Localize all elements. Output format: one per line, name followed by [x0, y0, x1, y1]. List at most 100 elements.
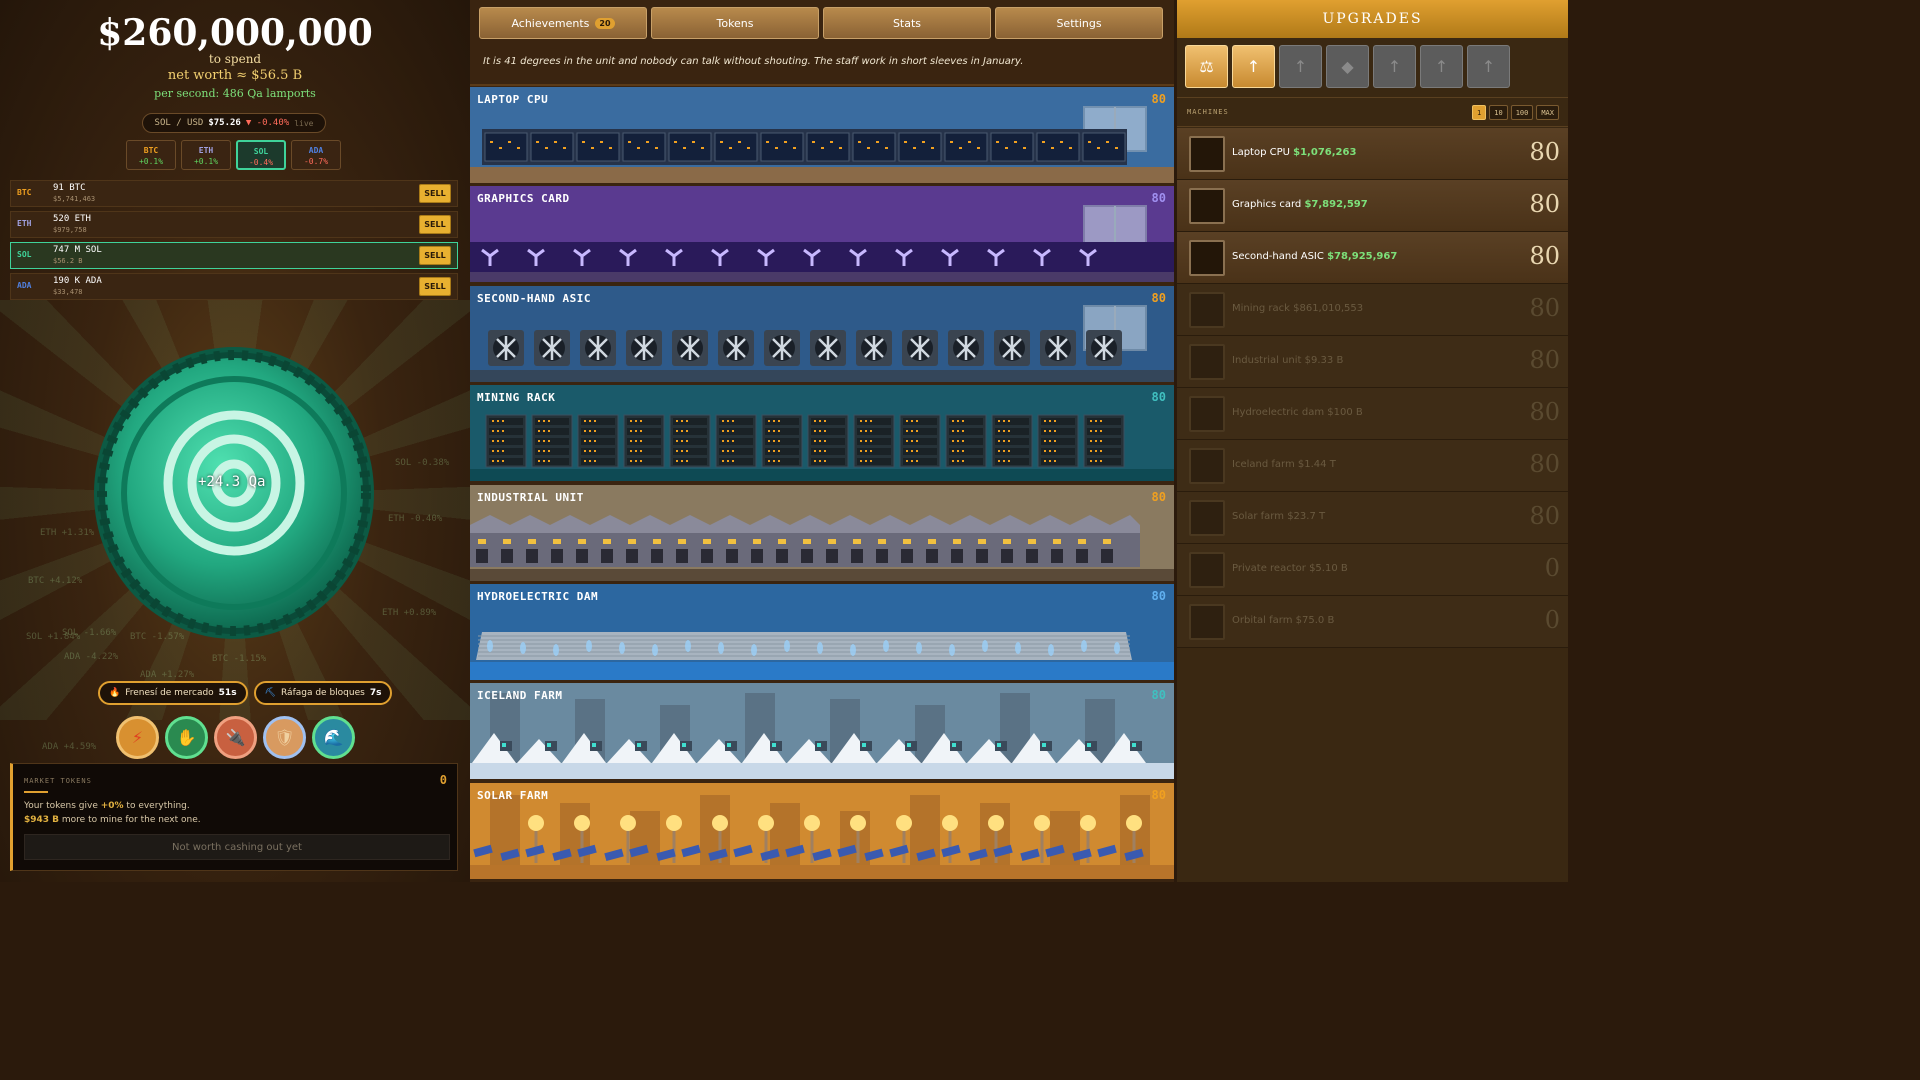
floating-text: ETH +1.31%	[40, 528, 95, 538]
tab-settings[interactable]: Settings	[995, 7, 1163, 39]
coin-symbol: SOL	[253, 147, 269, 156]
mine-coin[interactable]: +24.3 Qa	[93, 346, 375, 640]
arrow-up-icon[interactable]: ↑	[1420, 45, 1463, 88]
floating-text: BTC +4.12%	[28, 576, 83, 586]
power-buttons: ⚡ ✋ 🔌 🛡 🌊	[116, 716, 355, 759]
text-part: to everything.	[123, 801, 190, 811]
upgrades-panel: UPGRADES ⚖ ↑ ↑ ◆ ↑ ↑ ↑ MACHINES 1 10 100…	[1177, 0, 1568, 882]
hand-icon[interactable]: ✋	[165, 716, 208, 759]
machine-row-name: LAPTOP CPU	[477, 93, 549, 106]
machine-count: 80	[1529, 242, 1560, 270]
coin-change: +0.1%	[193, 157, 219, 166]
coin-symbol: ADA	[308, 146, 324, 155]
gpu-icon	[1189, 188, 1225, 224]
machine-row-level: 80	[1151, 92, 1166, 106]
upgrade-icons: ⚖ ↑ ↑ ◆ ↑ ↑ ↑	[1185, 45, 1510, 88]
price-ticker: SOL / USD $75.26 ▼ -0.40% live	[142, 113, 326, 133]
machine-label: Graphics card	[1232, 199, 1302, 210]
buy-machine-asic[interactable]: Second-hand ASIC $78,925,967 80	[1177, 232, 1568, 284]
ticker-pair: SOL / USD	[154, 118, 204, 128]
arrow-up-icon[interactable]: ↑	[1279, 45, 1322, 88]
ticker-price: $75.26	[208, 118, 241, 128]
plug-icon[interactable]: 🔌	[214, 716, 257, 759]
shield-icon[interactable]: 🛡	[263, 716, 306, 759]
tab-label: Tokens	[716, 16, 754, 30]
lightning-icon[interactable]: ⚡	[116, 716, 159, 759]
buy-machine-graphics-card[interactable]: Graphics card $7,892,597 80	[1177, 180, 1568, 232]
cash-out-button[interactable]: Not worth cashing out yet	[24, 834, 450, 860]
sell-button[interactable]: SELL	[419, 246, 451, 265]
boost-market-frenzy: 🔥 Frenesí de mercado 51s	[98, 681, 248, 705]
qty-10-button[interactable]: 10	[1489, 105, 1508, 120]
holdings-list: BTC 91 BTC $5,741,463 SELL ETH 520 ETH $…	[10, 180, 458, 304]
rack-icon	[1189, 292, 1225, 328]
holding-amount: 190 K ADA	[53, 276, 102, 286]
reactor-icon	[1189, 552, 1225, 588]
machine-label: Second-hand ASIC	[1232, 251, 1324, 262]
buy-machine-solar-farm[interactable]: Solar farm $23.7 T 80	[1177, 492, 1568, 544]
qty-1-button[interactable]: 1	[1472, 105, 1487, 120]
arrow-up-icon[interactable]: ↑	[1467, 45, 1510, 88]
sell-button[interactable]: SELL	[419, 184, 451, 203]
sell-button[interactable]: SELL	[419, 215, 451, 234]
machine-row-dam: HYDROELECTRIC DAM 80	[470, 584, 1174, 680]
text-part: Your tokens give	[24, 801, 101, 811]
machine-name: Orbital farm $75.0 B	[1232, 615, 1334, 626]
pickaxe-icon: ⛏	[264, 688, 276, 698]
quantity-selector: 1 10 100 MAX	[1472, 105, 1559, 120]
machine-row-rack: MINING RACK 80	[470, 385, 1174, 482]
coin-symbol: BTC	[143, 146, 159, 155]
boost-timer: 51s	[218, 688, 237, 698]
buy-machine-hydroelectric-dam[interactable]: Hydroelectric dam $100 B 80	[1177, 388, 1568, 440]
satellite-icon	[1189, 604, 1225, 640]
qty-100-button[interactable]: 100	[1510, 105, 1534, 120]
tab-bar: Achievements 20 Tokens Stats Settings	[479, 7, 1163, 39]
tab-tokens[interactable]: Tokens	[651, 7, 819, 39]
machine-row-name: SOLAR FARM	[477, 788, 549, 802]
holding-value: $5,741,463	[53, 195, 96, 203]
qty-max-button[interactable]: MAX	[1536, 105, 1559, 120]
tab-stats[interactable]: Stats	[823, 7, 991, 39]
ticker-change: ▼ -0.40%	[245, 118, 290, 128]
chip-icon[interactable]: ◆	[1326, 45, 1369, 88]
holding-amount: 747 M SOL	[53, 245, 102, 255]
sun-icon	[1189, 500, 1225, 536]
machine-name: Hydroelectric dam $100 B	[1232, 407, 1363, 418]
buy-machine-iceland-farm[interactable]: Iceland farm $1.44 T 80	[1177, 440, 1568, 492]
coin-btc-button[interactable]: BTC +0.1%	[126, 140, 176, 170]
machine-price: $78,925,967	[1327, 251, 1398, 262]
holding-row-sol: SOL 747 M SOL $56.2 B SELL	[10, 242, 458, 269]
floating-text: SOL -0.38%	[395, 458, 450, 468]
buy-machine-industrial-unit[interactable]: Industrial unit $9.33 B 80	[1177, 336, 1568, 388]
flavor-text: It is 41 degrees in the unit and nobody …	[483, 56, 1024, 67]
buy-machine-laptop-cpu[interactable]: Laptop CPU $1,076,263 80	[1177, 128, 1568, 180]
factory-icon	[1189, 344, 1225, 380]
tab-achievements[interactable]: Achievements 20	[479, 7, 647, 39]
wave-icon[interactable]: 🌊	[312, 716, 355, 759]
coin-sol-button[interactable]: SOL -0.4%	[236, 140, 286, 170]
iceberg-icon	[1189, 448, 1225, 484]
machine-count: 80	[1529, 190, 1560, 218]
scales-icon[interactable]: ⚖	[1185, 45, 1228, 88]
net-worth: net worth ≈ $56.5 B	[167, 68, 303, 83]
laptop-icon	[1189, 136, 1225, 172]
boost-block-burst: ⛏ Ráfaga de bloques 7s	[253, 681, 393, 705]
market-tokens-card: MARKET TOKENS 0 Your tokens give +0% to …	[10, 763, 458, 871]
machine-row-name: ICELAND FARM	[477, 689, 563, 703]
holding-value: $979,758	[53, 226, 87, 234]
machine-label: Hydroelectric dam	[1232, 407, 1325, 418]
machine-name: Private reactor $5.10 B	[1232, 563, 1348, 574]
holding-symbol: ETH	[17, 219, 32, 228]
machines-header: MACHINES 1 10 100 MAX	[1177, 97, 1568, 127]
buy-machine-orbital-farm[interactable]: Orbital farm $75.0 B 0	[1177, 596, 1568, 648]
coin-eth-button[interactable]: ETH +0.1%	[181, 140, 231, 170]
sell-button[interactable]: SELL	[419, 277, 451, 296]
coin-ada-button[interactable]: ADA -0.7%	[291, 140, 341, 170]
arrow-up-icon[interactable]: ↑	[1232, 45, 1275, 88]
buy-machine-private-reactor[interactable]: Private reactor $5.10 B 0	[1177, 544, 1568, 596]
buy-machine-mining-rack[interactable]: Mining rack $861,010,553 80	[1177, 284, 1568, 336]
holding-row-btc: BTC 91 BTC $5,741,463 SELL	[10, 180, 458, 207]
machine-row-level: 80	[1151, 489, 1166, 504]
arrow-up-icon[interactable]: ↑	[1373, 45, 1416, 88]
coin-change: +0.1%	[138, 157, 164, 166]
